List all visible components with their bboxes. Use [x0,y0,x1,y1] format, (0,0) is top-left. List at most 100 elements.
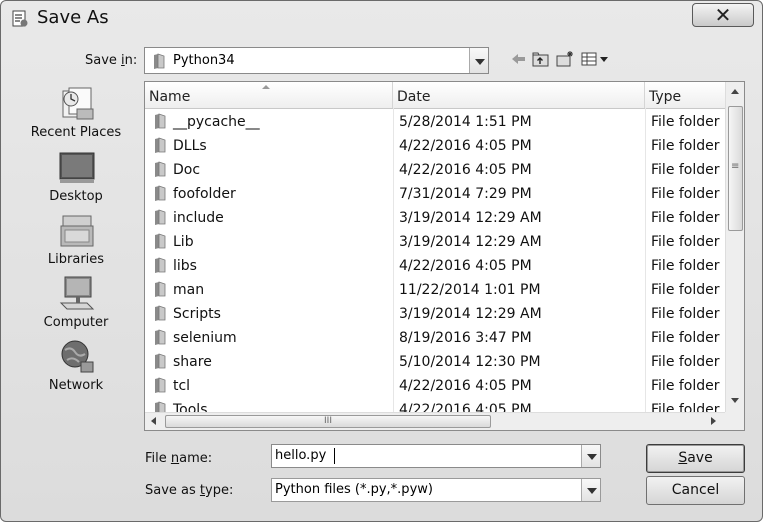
file-type-cell: File folder [651,306,720,322]
place-label: Libraries [47,252,105,267]
file-name-cell: Tools [173,402,208,412]
place-computer[interactable]: Computer [11,275,141,335]
table-row[interactable]: Tools 4/22/2016 4:05 PM File folder [145,397,725,412]
table-row[interactable]: __pycache__ 5/28/2014 1:51 PM File folder [145,109,725,133]
column-header-type[interactable]: Type [645,82,725,108]
table-row[interactable]: libs 4/22/2016 4:05 PM File folder [145,253,725,277]
chevron-down-icon[interactable] [581,479,600,501]
chevron-down-icon[interactable] [581,445,600,467]
file-date-cell: 7/31/2014 7:29 PM [399,186,532,202]
file-date-cell: 4/22/2016 4:05 PM [399,402,532,412]
column-header-date[interactable]: Date [393,82,645,108]
folder-icon [155,233,166,249]
scroll-up-icon[interactable] [726,82,744,100]
table-row[interactable]: DLLs 4/22/2016 4:05 PM File folder [145,133,725,157]
place-label: Computer [43,315,109,330]
table-row[interactable]: tcl 4/22/2016 4:05 PM File folder [145,373,725,397]
new-folder-icon[interactable] [555,49,575,69]
vertical-scrollbar[interactable]: ≡ [725,82,744,412]
save-in-label: Save in: [85,53,138,68]
table-row[interactable]: selenium 8/19/2016 3:47 PM File folder [145,325,725,349]
horizontal-scrollbar[interactable]: III [145,412,725,430]
place-label: Network [48,378,104,393]
file-type-cell: File folder [651,330,720,346]
view-menu-icon[interactable] [581,49,613,69]
file-type-cell: File folder [651,162,720,178]
folder-icon [155,353,166,369]
file-name-cell: include [173,210,224,226]
folder-icon [155,377,166,393]
save-in-dropdown[interactable]: Python34 [144,47,489,74]
save-as-type-dropdown[interactable]: Python files (*.py,*.pyw) [271,478,601,502]
folder-icon [155,305,166,321]
computer-icon [59,276,95,310]
file-list[interactable]: Name Date Type __pycache__ 5/28/2014 1:51… [144,81,745,431]
file-type-cell: File folder [651,234,720,250]
place-desktop[interactable]: Desktop [11,149,141,209]
folder-icon [155,281,166,297]
folder-icon [155,185,166,201]
folder-icon [155,257,166,273]
chevron-down-icon[interactable] [469,48,488,73]
scroll-right-icon[interactable] [705,413,723,430]
file-date-cell: 5/28/2014 1:51 PM [399,114,532,130]
file-date-cell: 4/22/2016 4:05 PM [399,378,532,394]
recent-places-icon [62,87,94,120]
file-date-cell: 3/19/2014 12:29 AM [399,234,542,250]
file-name-label: File name: [145,451,213,466]
column-date-label: Date [397,89,431,105]
file-date-cell: 5/10/2014 12:30 PM [399,354,541,370]
file-name-cell: Doc [173,162,201,178]
save-button[interactable]: Save [646,444,745,473]
file-type-cell: File folder [651,258,720,274]
back-icon[interactable] [509,49,529,69]
cancel-button[interactable]: Cancel [646,476,745,505]
place-label: Desktop [49,189,103,204]
file-type-cell: File folder [651,114,720,130]
folder-icon [155,161,166,177]
up-folder-icon[interactable] [531,49,551,69]
scroll-down-icon[interactable] [726,392,744,410]
file-date-cell: 11/22/2014 1:01 PM [399,282,541,298]
scroll-corner [725,412,744,430]
file-name-cell: DLLs [173,138,207,154]
place-recent-places[interactable]: Recent Places [11,85,141,145]
file-rows: __pycache__ 5/28/2014 1:51 PM File folder D… [145,108,725,412]
desktop-icon [59,152,95,183]
folder-icon [155,329,166,345]
folder-icon [155,401,166,412]
scroll-left-icon[interactable] [145,413,163,430]
app-icon [12,10,28,27]
table-row[interactable]: man 11/22/2014 1:01 PM File folder [145,277,725,301]
table-row[interactable]: Lib 3/19/2014 12:29 AM File folder [145,229,725,253]
column-header-name[interactable]: Name [145,82,393,108]
file-name-input[interactable]: hello.py [271,444,601,468]
file-type-cell: File folder [651,282,720,298]
list-header: Name Date Type [145,82,725,109]
file-type-cell: File folder [651,402,720,412]
place-network[interactable]: Network [11,338,141,398]
table-row[interactable]: foofolder 7/31/2014 7:29 PM File folder [145,181,725,205]
file-date-cell: 4/22/2016 4:05 PM [399,162,532,178]
horizontal-scroll-thumb[interactable]: III [165,415,491,428]
folder-icon [155,113,166,129]
table-row[interactable]: include 3/19/2014 12:29 AM File folder [145,205,725,229]
close-icon: ✕ [714,3,732,27]
title-bar[interactable]: Save As ✕ [1,1,762,37]
file-name-cell: man [173,282,205,298]
vertical-scroll-thumb[interactable]: ≡ [728,106,743,231]
network-icon [61,340,94,373]
close-button[interactable]: ✕ [692,3,754,27]
file-name-cell: libs [173,258,197,274]
place-label: Recent Places [30,125,122,140]
table-row[interactable]: Scripts 3/19/2014 12:29 AM File folder [145,301,725,325]
table-row[interactable]: Doc 4/22/2016 4:05 PM File folder [145,157,725,181]
table-row[interactable]: share 5/10/2014 12:30 PM File folder [145,349,725,373]
file-date-cell: 4/22/2016 4:05 PM [399,138,532,154]
file-date-cell: 4/22/2016 4:05 PM [399,258,532,274]
window-title: Save As [37,7,109,28]
file-name-cell: tcl [173,378,191,394]
place-libraries[interactable]: Libraries [11,212,141,272]
file-type-cell: File folder [651,354,720,370]
sort-ascending-icon [262,85,270,89]
